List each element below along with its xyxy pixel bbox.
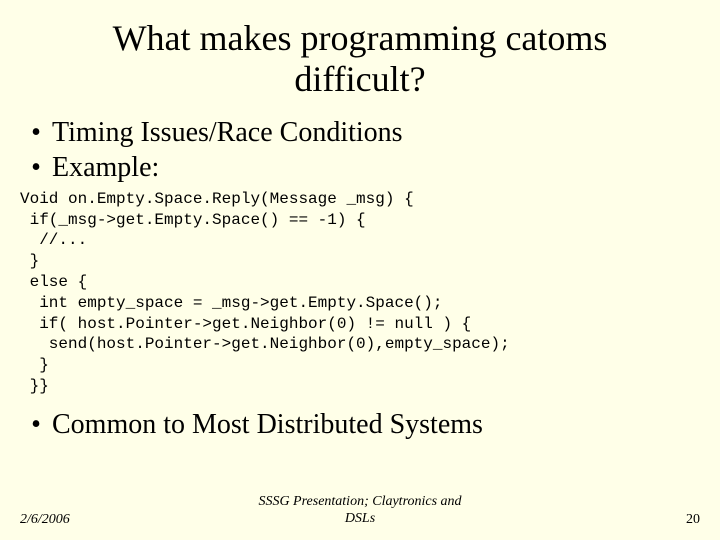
bullet-text: Common to Most Distributed Systems [52,407,483,442]
title-line-2: difficult? [294,59,425,99]
title-line-1: What makes programming catoms [113,18,608,58]
bullet-dot-icon: • [20,150,52,185]
bullet-list-bottom: • Common to Most Distributed Systems [0,401,720,442]
bullet-text: Timing Issues/Race Conditions [52,115,403,150]
bullet-item: • Example: [20,150,700,185]
footer-center: SSSG Presentation; Claytronics and DSLs [0,494,720,528]
bullet-item: • Common to Most Distributed Systems [20,407,700,442]
bullet-text: Example: [52,150,159,185]
bullet-dot-icon: • [20,407,52,442]
bullet-list-top: • Timing Issues/Race Conditions • Exampl… [0,109,720,185]
footer-page-number: 20 [686,512,700,528]
bullet-dot-icon: • [20,115,52,150]
code-block: Void on.Empty.Space.Reply(Message _msg) … [0,185,720,401]
bullet-item: • Timing Issues/Race Conditions [20,115,700,150]
footer-center-line2: DSLs [345,511,375,526]
footer-center-line1: SSSG Presentation; Claytronics and [258,494,461,509]
slide-title: What makes programming catoms difficult? [0,0,720,109]
slide: What makes programming catoms difficult?… [0,0,720,540]
